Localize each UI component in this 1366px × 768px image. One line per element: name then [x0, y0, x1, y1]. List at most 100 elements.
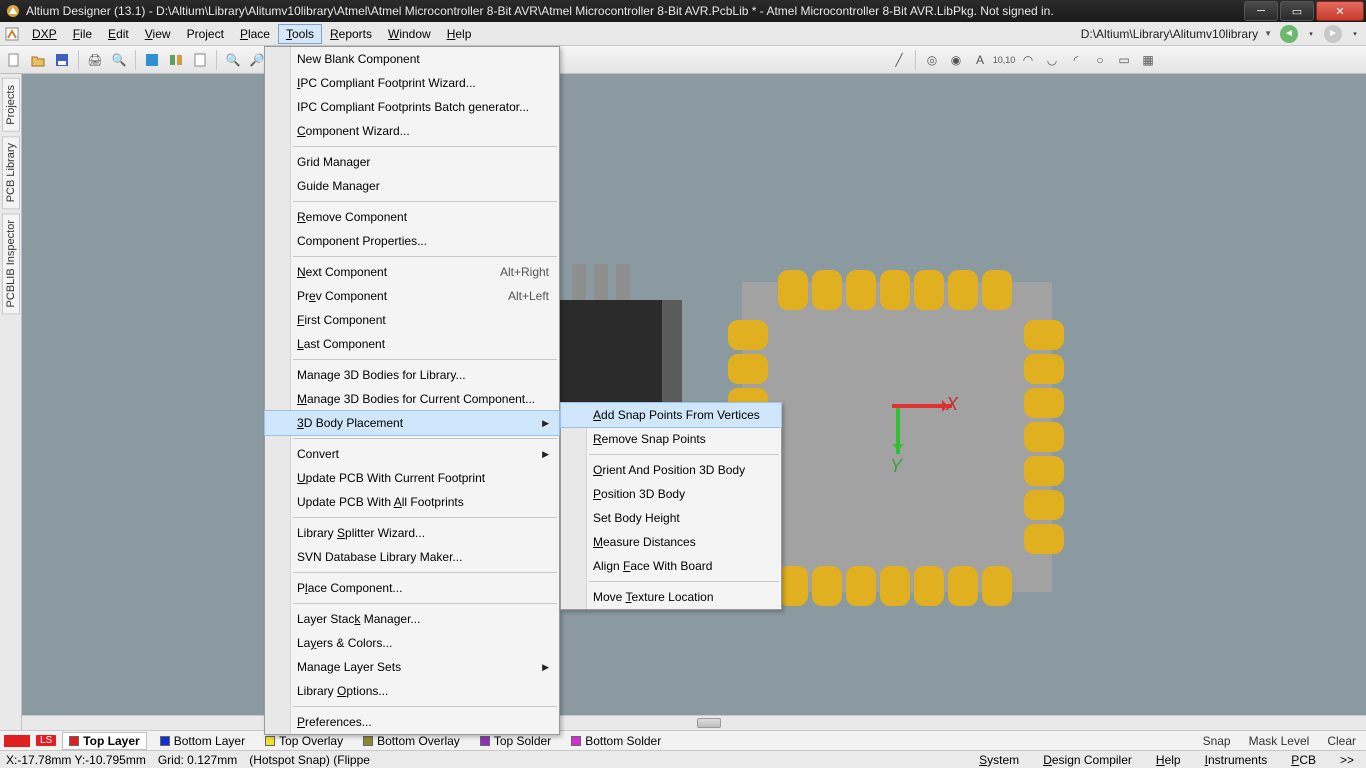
layer-tabs: LS Top LayerBottom LayerTop OverlayBotto… [0, 730, 1366, 750]
submenu-item[interactable]: Remove Snap Points [561, 427, 781, 451]
full-circle-icon[interactable]: ○ [1090, 50, 1110, 70]
tools-menu-item[interactable]: Guide Manager [265, 174, 559, 198]
submenu-item[interactable]: Align Face With Board [561, 554, 781, 578]
pad [1024, 354, 1064, 384]
arc-any-icon[interactable]: ◜ [1066, 50, 1086, 70]
menu-dxp[interactable]: DXP [24, 24, 65, 44]
submenu-item[interactable]: Measure Distances [561, 530, 781, 554]
tools-menu-item[interactable]: Manage 3D Bodies for Current Component..… [265, 387, 559, 411]
mask-level-button[interactable]: Mask Level [1243, 733, 1316, 749]
tools-menu-item[interactable]: Place Component... [265, 576, 559, 600]
tools-menu-item[interactable]: Last Component [265, 332, 559, 356]
line-tool-icon[interactable]: ╱ [889, 50, 909, 70]
status-pcb[interactable]: PCB [1285, 753, 1322, 767]
tools-menu-item[interactable]: Layers & Colors... [265, 631, 559, 655]
axis-x [892, 404, 952, 408]
tools-menu-item[interactable]: Manage 3D Bodies for Library... [265, 363, 559, 387]
snap-button[interactable]: Snap [1197, 733, 1237, 749]
layer-set-button[interactable]: LS [36, 735, 56, 746]
close-button[interactable]: ✕ [1316, 1, 1364, 21]
via-tool-icon[interactable]: ◉ [946, 50, 966, 70]
nav-forward-menu[interactable]: ▾ [1346, 25, 1364, 43]
status-instruments[interactable]: Instruments [1199, 753, 1274, 767]
status-more[interactable]: >> [1334, 753, 1360, 767]
tools-menu-item[interactable]: Next ComponentAlt+Right [265, 260, 559, 284]
tools-menu-item[interactable]: Library Options... [265, 679, 559, 703]
tools-menu-item[interactable]: Prev ComponentAlt+Left [265, 284, 559, 308]
tools-menu-item[interactable]: IPC Compliant Footprints Batch generator… [265, 95, 559, 119]
minimize-button[interactable]: ─ [1244, 1, 1278, 21]
maximize-button[interactable]: ▭ [1280, 1, 1314, 21]
tools-menu-item[interactable]: IPC Compliant Footprint Wizard... [265, 71, 559, 95]
layer-tab[interactable]: Top Layer [62, 732, 146, 750]
path-dropdown-icon[interactable]: ▼ [1264, 29, 1272, 38]
clear-button[interactable]: Clear [1321, 733, 1362, 749]
recent-path[interactable]: D:\Altium\Library\Alitumv10library [1081, 27, 1264, 41]
rectangle-icon[interactable]: ▭ [1114, 50, 1134, 70]
submenu-item[interactable]: Orient And Position 3D Body [561, 458, 781, 482]
open-icon[interactable] [28, 50, 48, 70]
arc-center-icon[interactable]: ◠ [1018, 50, 1038, 70]
tools-menu-item[interactable]: Library Splitter Wizard... [265, 521, 559, 545]
tools-menu-item[interactable]: SVN Database Library Maker... [265, 545, 559, 569]
tools-menu-item[interactable]: New Blank Component [265, 47, 559, 71]
submenu-item[interactable]: Add Snap Points From Vertices [561, 403, 781, 427]
tools-menu-item[interactable]: Convert▶ [265, 442, 559, 466]
pad [880, 270, 910, 310]
dimension-tool-icon[interactable]: 10,10 [994, 50, 1014, 70]
menu-window[interactable]: Window [380, 24, 439, 44]
submenu-item[interactable]: Move Texture Location [561, 585, 781, 609]
pad [728, 320, 768, 350]
string-tool-icon[interactable]: A [970, 50, 990, 70]
arc-edge-icon[interactable]: ◡ [1042, 50, 1062, 70]
pin-stub [594, 264, 608, 300]
preview-icon[interactable]: 🔍 [109, 50, 129, 70]
layer-tab[interactable]: Bottom Solder [564, 732, 668, 750]
menu-place[interactable]: Place [232, 24, 278, 44]
menu-edit[interactable]: Edit [100, 24, 137, 44]
menu-tools[interactable]: Tools [278, 24, 322, 44]
tools-menu-item[interactable]: Component Properties... [265, 229, 559, 253]
devices-icon[interactable] [166, 50, 186, 70]
zoom-in-icon[interactable]: 🔍 [223, 50, 243, 70]
side-tab-projects[interactable]: Projects [2, 78, 20, 132]
tools-menu-item[interactable]: Preferences... [265, 710, 559, 734]
submenu-item[interactable]: Set Body Height [561, 506, 781, 530]
side-tab-pcb-library[interactable]: PCB Library [2, 136, 20, 209]
array-icon[interactable]: ▦ [1138, 50, 1158, 70]
menu-reports[interactable]: Reports [322, 24, 380, 44]
tools-menu-item[interactable]: Manage Layer Sets▶ [265, 655, 559, 679]
new-icon[interactable] [4, 50, 24, 70]
nav-forward-button[interactable]: ► [1324, 25, 1342, 43]
menu-file[interactable]: File [65, 24, 100, 44]
pin-stub [616, 264, 630, 300]
submenu-3d-body-placement: Add Snap Points From VerticesRemove Snap… [560, 402, 782, 610]
side-tab-pcblib-inspector[interactable]: PCBLIB Inspector [2, 213, 20, 314]
dxp-icon[interactable] [4, 26, 20, 42]
print-icon[interactable]: 🖨 [85, 50, 105, 70]
tools-menu-item[interactable]: Update PCB With All Footprints [265, 490, 559, 514]
nav-back-menu[interactable]: ▾ [1302, 25, 1320, 43]
tools-menu-item[interactable]: Component Wizard... [265, 119, 559, 143]
workspace-icon[interactable] [142, 50, 162, 70]
pad-tool-icon[interactable]: ◎ [922, 50, 942, 70]
menu-project[interactable]: Project [179, 24, 232, 44]
tools-menu-item[interactable]: First Component [265, 308, 559, 332]
status-system[interactable]: System [973, 753, 1025, 767]
save-icon[interactable] [52, 50, 72, 70]
horizontal-scrollbar-thumb[interactable] [697, 718, 721, 728]
tools-menu-item[interactable]: Remove Component [265, 205, 559, 229]
submenu-item[interactable]: Position 3D Body [561, 482, 781, 506]
pad [812, 270, 842, 310]
tools-menu-item[interactable]: 3D Body Placement▶ [265, 411, 559, 435]
status-design-compiler[interactable]: Design Compiler [1037, 753, 1138, 767]
tools-menu-item[interactable]: Update PCB With Current Footprint [265, 466, 559, 490]
nav-back-button[interactable]: ◄ [1280, 25, 1298, 43]
sheet-icon[interactable] [190, 50, 210, 70]
menu-help[interactable]: Help [439, 24, 480, 44]
layer-tab[interactable]: Bottom Layer [153, 732, 252, 750]
tools-menu-item[interactable]: Grid Manager [265, 150, 559, 174]
status-help[interactable]: Help [1150, 753, 1187, 767]
tools-menu-item[interactable]: Layer Stack Manager... [265, 607, 559, 631]
menu-view[interactable]: View [137, 24, 179, 44]
